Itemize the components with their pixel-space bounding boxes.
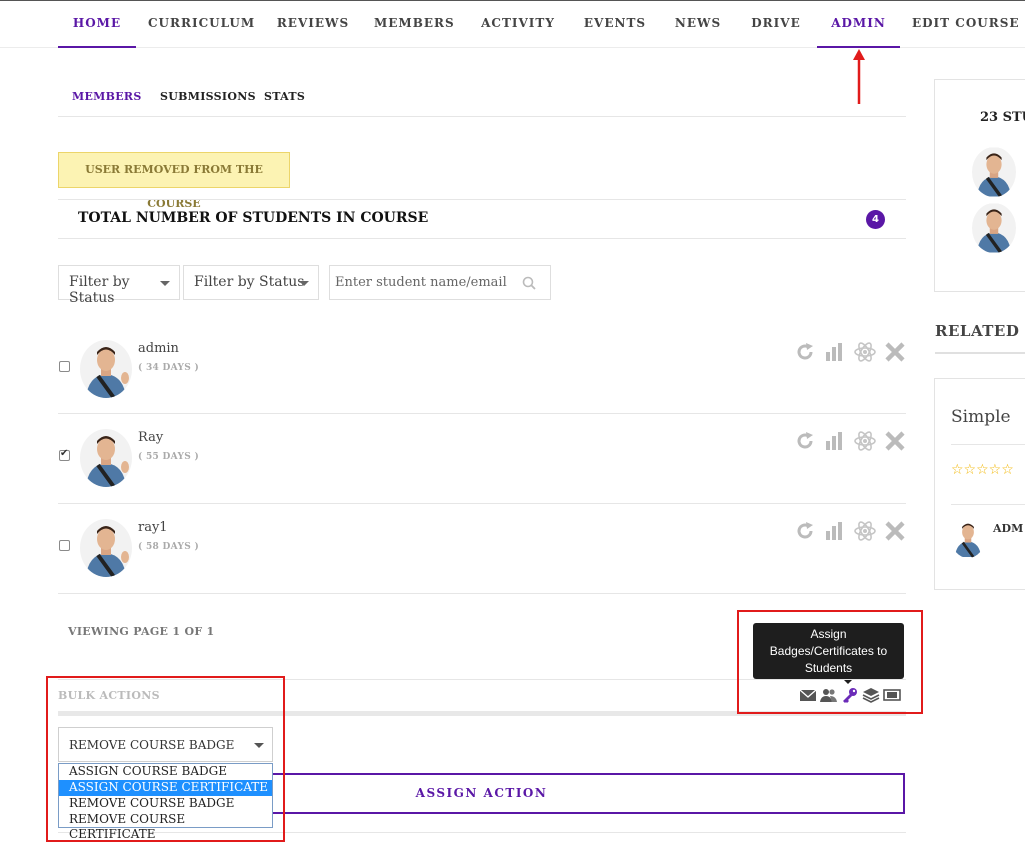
nav-curriculum[interactable]: CURRICULUM <box>148 1 254 48</box>
annotation-arrow-icon <box>853 49 865 104</box>
instructor-name[interactable]: ADM <box>993 522 1023 535</box>
list-item: admin ( 34 DAYS ) <box>58 323 906 413</box>
nav-events[interactable]: EVENTS <box>582 1 648 48</box>
student-total: 23 STU <box>980 110 1025 125</box>
status-filter-2-value: Filter by Status <box>194 274 305 290</box>
total-students-title: TOTAL NUMBER OF STUDENTS IN COURSE <box>78 210 429 226</box>
member-checkbox[interactable] <box>59 448 70 461</box>
member-checkbox[interactable] <box>59 361 70 372</box>
refresh-icon[interactable] <box>794 341 816 363</box>
chevron-down-icon <box>160 281 170 286</box>
nav-home[interactable]: HOME <box>58 1 136 48</box>
subnav-stats[interactable]: STATS <box>264 90 305 103</box>
list-item: ray1 ( 58 DAYS ) <box>58 503 906 593</box>
stats-icon[interactable] <box>824 520 846 542</box>
divider <box>951 444 1025 445</box>
subnav-members[interactable]: MEMBERS <box>72 90 142 103</box>
student-search <box>329 265 551 300</box>
status-filter-1[interactable]: Filter by Status <box>58 265 180 306</box>
subnav-submissions[interactable]: SUBMISSIONS <box>160 90 256 103</box>
related-courses-title: RELATED C <box>935 322 1025 340</box>
dropdown-option-highlighted[interactable]: ASSIGN COURSE CERTIFICATE <box>59 780 272 796</box>
member-days: ( 55 DAYS ) <box>138 452 200 462</box>
member-actions <box>794 430 906 454</box>
search-icon[interactable] <box>522 276 536 290</box>
nav-activity[interactable]: ACTIVITY <box>478 1 558 48</box>
remove-icon[interactable] <box>884 341 906 363</box>
divider <box>58 199 906 200</box>
member-days: ( 58 DAYS ) <box>138 542 200 552</box>
remove-icon[interactable] <box>884 430 906 452</box>
nav-admin[interactable]: ADMIN <box>817 1 900 48</box>
avatar <box>80 519 132 577</box>
status-alert: USER REMOVED FROM THE COURSE <box>58 152 290 210</box>
divider <box>935 352 1025 354</box>
bulk-action-dropdown: ASSIGN COURSE BADGE ASSIGN COURSE CERTIF… <box>58 763 273 841</box>
list-item: Ray ( 55 DAYS ) <box>58 413 906 503</box>
dropdown-option[interactable]: ASSIGN COURSE BADGE <box>59 764 272 780</box>
refresh-icon[interactable] <box>794 430 816 452</box>
avatar[interactable] <box>972 147 1016 197</box>
member-actions <box>794 520 906 544</box>
status-filter-1-value: Filter by Status <box>69 274 130 306</box>
member-actions <box>794 341 906 365</box>
rating-stars: ☆☆☆☆☆ <box>951 462 1014 478</box>
annotation-box <box>737 610 923 714</box>
status-filter-2[interactable]: Filter by Status <box>183 265 319 300</box>
avatar <box>951 518 985 558</box>
member-name[interactable]: admin <box>138 341 179 356</box>
atom-icon[interactable] <box>854 520 876 542</box>
stats-icon[interactable] <box>824 430 846 452</box>
chevron-down-icon <box>299 281 309 286</box>
course-title[interactable]: Simple <box>951 407 1011 427</box>
member-checkbox[interactable] <box>59 540 70 551</box>
dropdown-option[interactable]: REMOVE COURSE BADGE <box>59 796 272 812</box>
stats-icon[interactable] <box>824 341 846 363</box>
avatar[interactable] <box>972 203 1016 253</box>
search-input[interactable] <box>330 266 510 299</box>
pagination-info: VIEWING PAGE 1 OF 1 <box>68 625 215 638</box>
course-nav: HOME CURRICULUM REVIEWS MEMBERS ACTIVITY… <box>0 1 1025 48</box>
nav-members[interactable]: MEMBERS <box>374 1 454 48</box>
remove-icon[interactable] <box>884 520 906 542</box>
student-count-badge: 4 <box>866 210 885 229</box>
member-days: ( 34 DAYS ) <box>138 363 200 373</box>
avatar <box>80 429 132 487</box>
divider <box>58 593 906 594</box>
member-name[interactable]: Ray <box>138 430 163 445</box>
avatar <box>80 340 132 398</box>
member-name[interactable]: ray1 <box>138 520 168 535</box>
atom-icon[interactable] <box>854 430 876 452</box>
nav-reviews[interactable]: REVIEWS <box>276 1 350 48</box>
atom-icon[interactable] <box>854 341 876 363</box>
nav-edit-course[interactable]: EDIT COURSE <box>912 1 1019 48</box>
divider <box>58 116 906 117</box>
refresh-icon[interactable] <box>794 520 816 542</box>
divider <box>58 238 906 239</box>
nav-drive[interactable]: DRIVE <box>748 1 804 48</box>
nav-news[interactable]: NEWS <box>672 1 724 48</box>
divider <box>951 504 1025 505</box>
dropdown-option[interactable]: REMOVE COURSE CERTIFICATE <box>59 812 272 841</box>
